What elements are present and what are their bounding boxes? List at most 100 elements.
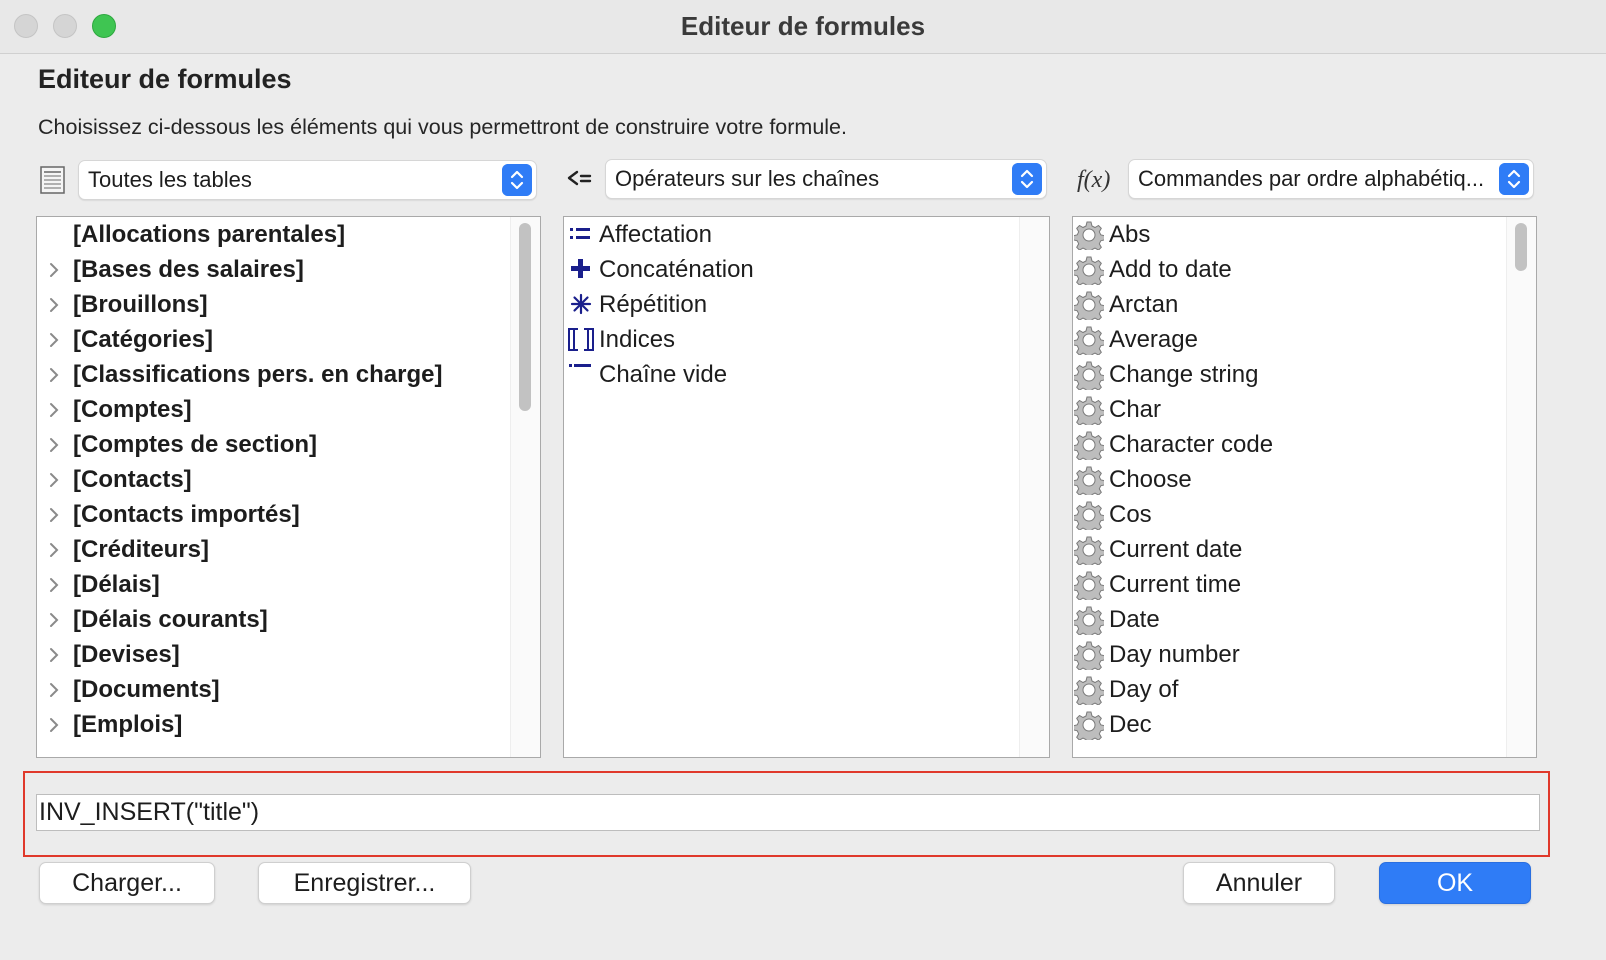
tree-item[interactable]: [Délais] (37, 567, 507, 603)
operators-select[interactable]: Opérateurs sur les chaînes (605, 159, 1047, 199)
list-item[interactable]: Dec (1073, 707, 1503, 743)
tree-item-label: [Allocations parentales] (73, 221, 346, 248)
list-item[interactable]: Arctan (1073, 287, 1503, 323)
cancel-button[interactable]: Annuler (1183, 862, 1335, 904)
svg-text:f(x): f(x) (1077, 167, 1110, 193)
tree-item[interactable]: [Contacts] (37, 462, 507, 498)
list-item[interactable]: Choose (1073, 462, 1503, 498)
chevron-right-icon[interactable] (47, 602, 61, 638)
ok-button[interactable]: OK (1379, 862, 1531, 904)
tree-item-label: [Classifications pers. en charge] (73, 361, 443, 388)
list-item[interactable]: Add to date (1073, 252, 1503, 288)
window-title: Editeur de formules (680, 11, 926, 41)
commands-list[interactable]: Abs Add to date Arctan Average Change string… (1072, 216, 1537, 758)
commands-select-value: Commandes par ordre alphabétiq... (1138, 166, 1485, 191)
list-item-label: Chaîne vide (599, 361, 728, 388)
save-button[interactable]: Enregistrer... (258, 862, 471, 904)
list-item[interactable]: Change string (1073, 357, 1503, 393)
scrollbar-track[interactable] (1506, 217, 1536, 757)
chevron-right-icon[interactable] (47, 252, 61, 288)
chevron-right-icon[interactable] (47, 672, 61, 708)
chevron-right-icon[interactable] (47, 322, 61, 358)
gear-icon (1074, 711, 1104, 740)
gear-icon (1074, 501, 1104, 530)
tree-item[interactable]: [Contacts importés] (37, 497, 507, 533)
chevron-right-icon[interactable] (47, 532, 61, 568)
tree-item[interactable]: [Classifications pers. en charge] (37, 357, 507, 393)
chevron-right-icon[interactable] (47, 637, 61, 673)
gear-icon (1074, 571, 1104, 600)
tree-item[interactable]: [Créditeurs] (37, 532, 507, 568)
chevron-right-icon[interactable] (47, 427, 61, 463)
scrollbar-track[interactable] (510, 217, 540, 757)
list-item[interactable]: Concaténation (564, 252, 1014, 288)
tree-item-label: [Emplois] (73, 711, 183, 738)
page-title: Editeur de formules (38, 64, 292, 94)
list-item-label: Arctan (1109, 291, 1179, 318)
list-item[interactable]: Average (1073, 322, 1503, 358)
assignment-icon (570, 228, 590, 239)
list-item[interactable]: Day of (1073, 672, 1503, 708)
chevron-right-icon[interactable] (47, 497, 61, 533)
gear-icon (1074, 641, 1104, 670)
tree-item[interactable]: [Bases des salaires] (37, 252, 507, 288)
tree-item-label: [Brouillons] (73, 291, 208, 318)
chevron-right-icon[interactable] (47, 392, 61, 428)
list-item[interactable]: Day number (1073, 637, 1503, 673)
list-item[interactable]: Cos (1073, 497, 1503, 533)
list-item-label: Day of (1109, 676, 1179, 703)
tree-item-label: [Devises] (73, 641, 180, 668)
list-item[interactable]: Chaîne vide (564, 357, 1014, 393)
gear-icon (1074, 536, 1104, 565)
chevron-updown-icon (502, 164, 532, 196)
load-button[interactable]: Charger... (39, 862, 215, 904)
tree-item[interactable]: [Allocations parentales] (37, 217, 507, 253)
tree-item[interactable]: [Comptes] (37, 392, 507, 428)
gear-icon (1074, 221, 1104, 250)
operators-list[interactable]: Affectation Concaténation Répétition Ind… (563, 216, 1050, 758)
list-item[interactable]: Date (1073, 602, 1503, 638)
formula-input[interactable]: INV_INSERT("title") (36, 794, 1540, 831)
list-item[interactable]: Répétition (564, 287, 1014, 323)
list-item-label: Character code (1109, 431, 1274, 458)
list-item-label: Change string (1109, 361, 1259, 388)
scrollbar-thumb[interactable] (1515, 223, 1527, 271)
tables-select-value: Toutes les tables (88, 167, 252, 192)
plus-icon (571, 259, 590, 278)
tree-item[interactable]: [Emplois] (37, 707, 507, 743)
title-bar: Editeur de formules (0, 0, 1606, 54)
tree-item-label: [Comptes] (73, 396, 192, 423)
tree-item[interactable]: [Devises] (37, 637, 507, 673)
list-item-label: Abs (1109, 221, 1151, 248)
list-item[interactable]: Indices (564, 322, 1014, 358)
chevron-right-icon[interactable] (47, 567, 61, 603)
list-item-label: Cos (1109, 501, 1152, 528)
chevron-right-icon[interactable] (47, 462, 61, 498)
gear-icon (1074, 396, 1104, 425)
scrollbar-track[interactable] (1019, 217, 1049, 757)
list-item[interactable]: Char (1073, 392, 1503, 428)
list-item[interactable]: Current date (1073, 532, 1503, 568)
tree-item[interactable]: [Documents] (37, 672, 507, 708)
list-item[interactable]: Affectation (564, 217, 1014, 253)
list-item[interactable]: Current time (1073, 567, 1503, 603)
chevron-right-icon[interactable] (47, 707, 61, 743)
tree-item[interactable]: [Brouillons] (37, 287, 507, 323)
commands-select[interactable]: Commandes par ordre alphabétiq... (1128, 159, 1534, 199)
scrollbar-thumb[interactable] (519, 223, 531, 411)
tree-item[interactable]: [Délais courants] (37, 602, 507, 638)
chevron-right-icon[interactable] (47, 287, 61, 323)
list-item-label: Char (1109, 396, 1162, 423)
tables-select[interactable]: Toutes les tables (78, 160, 537, 200)
page-subtitle: Choisissez ci-dessous les éléments qui v… (38, 115, 847, 139)
tree-item[interactable]: [Comptes de section] (37, 427, 507, 463)
tree-item-label: [Catégories] (73, 326, 214, 353)
list-item[interactable]: Character code (1073, 427, 1503, 463)
tree-item[interactable]: [Catégories] (37, 322, 507, 358)
list-item-label: Dec (1109, 711, 1152, 738)
tables-list[interactable]: [Allocations parentales] [Bases des sala… (36, 216, 541, 758)
list-item[interactable]: Abs (1073, 217, 1503, 253)
chevron-right-icon[interactable] (47, 357, 61, 393)
function-icon: f(x) (1077, 167, 1110, 193)
chevron-updown-icon (1012, 163, 1042, 195)
